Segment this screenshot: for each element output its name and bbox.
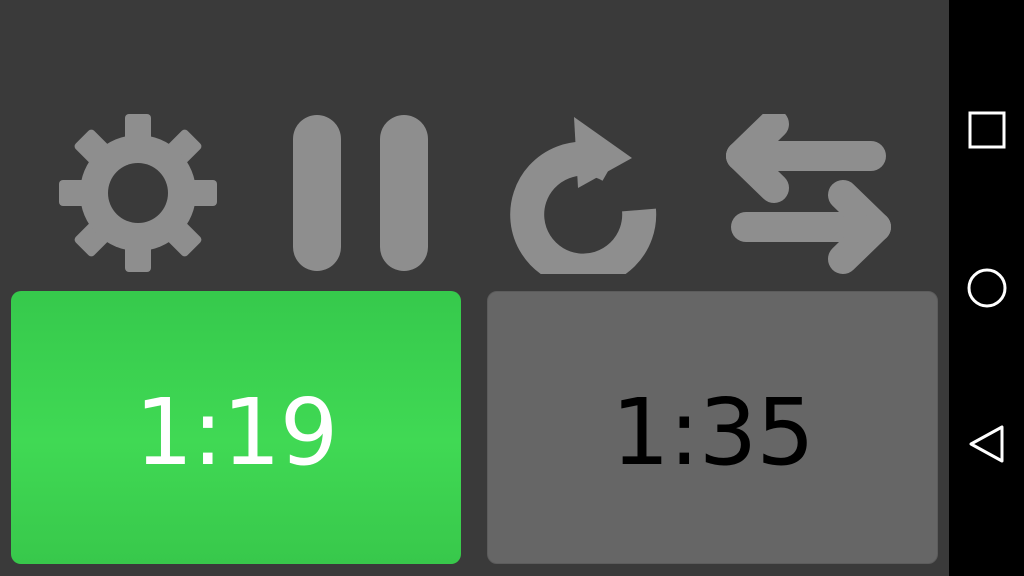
player-two-time: 1:35 [611,378,815,486]
player-one-time: 1:19 [134,378,339,486]
swap-arrows-icon [726,109,891,274]
gear-icon [59,114,217,272]
swap-button[interactable] [726,109,892,274]
home-button[interactable] [949,258,1024,318]
player-one-clock[interactable]: 1:19 [11,291,461,564]
recents-button[interactable] [949,100,1024,160]
triangle-back-icon [969,425,1003,463]
reset-button[interactable] [506,114,664,288]
refresh-icon [510,117,657,288]
settings-button[interactable] [54,114,224,272]
system-navigation-bar [949,0,1024,576]
pause-icon [293,115,428,271]
pause-button[interactable] [292,114,430,272]
circle-icon [967,268,1006,308]
back-button[interactable] [949,414,1024,474]
app-screen: 1:19 1:35 [0,0,949,576]
player-two-clock[interactable]: 1:35 [487,291,938,564]
square-icon [968,111,1005,149]
